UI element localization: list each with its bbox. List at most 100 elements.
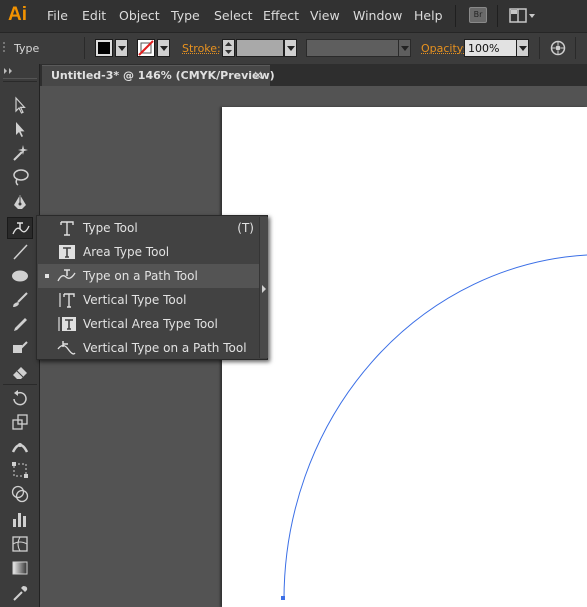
pencil-tool[interactable] <box>7 314 33 336</box>
stroke-dropdown[interactable] <box>157 39 170 57</box>
shape-builder-tool[interactable] <box>7 483 33 505</box>
flyout-item-vertical-area-type-tool[interactable]: Vertical Area Type Tool <box>38 312 259 336</box>
stroke-swatch[interactable] <box>137 39 155 57</box>
type-tools-flyout: Type Tool (T) Area Type Tool Type on a P… <box>36 215 268 360</box>
tool-group-divider <box>3 384 37 385</box>
opacity-label[interactable]: Opacity: <box>421 42 466 55</box>
tearoff-bar[interactable] <box>259 217 268 358</box>
stroke-weight-dropdown[interactable] <box>284 39 297 57</box>
vertical-area-type-icon <box>58 317 76 331</box>
grip-icon <box>3 42 5 52</box>
paintbrush-icon <box>13 292 28 307</box>
area-type-icon <box>59 245 75 259</box>
mesh-tool[interactable] <box>7 533 33 555</box>
flyout-item-label: Vertical Type on a Path Tool <box>83 341 247 355</box>
panel-grip <box>3 78 37 82</box>
pen-nib-icon <box>14 195 26 209</box>
stroke-weight-stepper[interactable] <box>222 39 235 57</box>
recolor-artwork-icon[interactable] <box>550 40 566 56</box>
menu-separator <box>497 5 498 27</box>
mesh-icon <box>12 536 28 552</box>
eyedropper-icon <box>13 586 28 601</box>
control-separator <box>84 37 85 59</box>
arrange-documents-button[interactable] <box>509 7 537 25</box>
stroke-label[interactable]: Stroke: <box>182 42 221 55</box>
vertical-type-on-path-icon <box>57 341 76 355</box>
expand-panel-icon[interactable] <box>4 68 14 74</box>
fill-color <box>98 42 110 54</box>
stroke-weight-field[interactable] <box>236 39 284 57</box>
app-logo: Ai <box>8 4 27 25</box>
rotate-icon <box>13 390 27 406</box>
variable-width-profile[interactable] <box>306 39 404 57</box>
no-stroke-icon <box>138 40 154 56</box>
menu-effect[interactable]: Effect <box>263 8 299 23</box>
free-transform-icon <box>12 462 28 478</box>
width-tool[interactable] <box>7 435 33 457</box>
type-on-path-tool[interactable] <box>7 217 33 239</box>
blob-brush-tool[interactable] <box>7 338 33 360</box>
menu-separator <box>455 5 456 27</box>
graph-tool[interactable] <box>7 508 33 530</box>
direct-selection-tool[interactable] <box>7 118 33 140</box>
anchor-point[interactable] <box>281 596 285 600</box>
vertical-type-icon <box>59 293 75 308</box>
artboard[interactable] <box>222 107 587 607</box>
scale-icon <box>12 414 28 430</box>
document-tab-title: Untitled-3* @ 146% (CMYK/Preview) <box>51 69 275 82</box>
eraser-tool[interactable] <box>7 361 33 383</box>
shape-builder-icon <box>11 485 29 503</box>
pen-tool[interactable] <box>7 192 33 214</box>
eyedropper-tool[interactable] <box>7 582 33 604</box>
magic-wand-icon <box>13 145 28 161</box>
document-tab[interactable]: Untitled-3* @ 146% (CMYK/Preview) × <box>42 65 275 86</box>
circle-path[interactable] <box>222 107 587 607</box>
ellipse-tool[interactable] <box>7 265 33 287</box>
menu-bar: Ai File Edit Object Type Select Effect V… <box>0 0 587 32</box>
paintbrush-tool[interactable] <box>7 289 33 311</box>
menu-help[interactable]: Help <box>414 8 443 23</box>
type-icon <box>60 221 74 236</box>
type-on-path-icon <box>12 222 30 235</box>
menu-file[interactable]: File <box>47 8 68 23</box>
close-tab-button[interactable]: × <box>253 68 263 82</box>
fill-dropdown[interactable] <box>115 39 128 57</box>
menu-object[interactable]: Object <box>119 8 160 23</box>
lasso-tool[interactable] <box>7 166 33 188</box>
flyout-item-label: Vertical Type Tool <box>83 293 187 307</box>
width-icon <box>11 443 29 453</box>
flyout-item-type-tool[interactable]: Type Tool (T) <box>38 216 259 240</box>
menu-select[interactable]: Select <box>214 8 253 23</box>
flyout-item-label: Vertical Area Type Tool <box>83 317 218 331</box>
free-transform-tool[interactable] <box>7 459 33 481</box>
menu-window[interactable]: Window <box>353 8 402 23</box>
eraser-icon <box>13 367 27 379</box>
gradient-icon <box>12 561 28 575</box>
profile-dropdown[interactable] <box>398 39 411 57</box>
tools-panel <box>0 64 40 607</box>
flyout-item-type-on-path-tool[interactable]: Type on a Path Tool <box>38 264 259 288</box>
menu-type[interactable]: Type <box>171 8 200 23</box>
control-separator <box>539 37 540 59</box>
menu-edit[interactable]: Edit <box>82 8 106 23</box>
scale-tool[interactable] <box>7 411 33 433</box>
fill-swatch[interactable] <box>95 39 113 57</box>
opacity-field[interactable]: 100% <box>464 39 518 57</box>
flyout-item-shortcut: (T) <box>237 221 254 235</box>
rotate-tool[interactable] <box>7 387 33 409</box>
line-segment-icon <box>13 244 28 260</box>
magic-wand-tool[interactable] <box>7 142 33 164</box>
arrange-documents-icon <box>509 8 535 23</box>
blob-brush-icon <box>13 341 28 353</box>
gradient-tool[interactable] <box>7 557 33 579</box>
tearoff-arrow-icon <box>262 285 266 293</box>
flyout-item-vertical-type-on-path-tool[interactable]: Vertical Type on a Path Tool <box>38 336 259 360</box>
selection-tool[interactable] <box>7 94 33 116</box>
flyout-item-vertical-type-tool[interactable]: Vertical Type Tool <box>38 288 259 312</box>
menu-view[interactable]: View <box>310 8 340 23</box>
tool-name: Type <box>14 42 40 55</box>
line-segment-tool[interactable] <box>7 241 33 263</box>
bridge-button[interactable]: Br <box>469 7 487 23</box>
flyout-item-area-type-tool[interactable]: Area Type Tool <box>38 240 259 264</box>
opacity-dropdown[interactable] <box>516 39 529 57</box>
